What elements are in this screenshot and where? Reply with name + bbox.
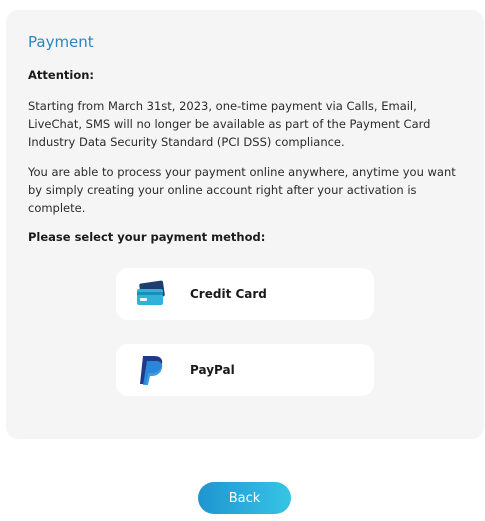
notice-paragraph: Starting from March 31st, 2023, one-time… bbox=[28, 99, 431, 149]
paypal-option[interactable]: PayPal bbox=[116, 344, 374, 396]
paypal-label: PayPal bbox=[190, 363, 235, 377]
credit-card-label: Credit Card bbox=[190, 287, 267, 301]
page-title: Payment bbox=[28, 33, 94, 51]
select-method-label: Please select your payment method: bbox=[28, 230, 266, 244]
online-payment-paragraph: You are able to process your payment onl… bbox=[28, 165, 456, 215]
paypal-icon bbox=[134, 353, 168, 387]
credit-card-option[interactable]: Credit Card bbox=[116, 268, 374, 320]
attention-heading: Attention: bbox=[28, 68, 95, 82]
back-button[interactable]: Back bbox=[198, 482, 291, 514]
credit-card-icon bbox=[134, 277, 168, 311]
payment-panel: Payment Attention: Starting from March 3… bbox=[6, 10, 484, 439]
